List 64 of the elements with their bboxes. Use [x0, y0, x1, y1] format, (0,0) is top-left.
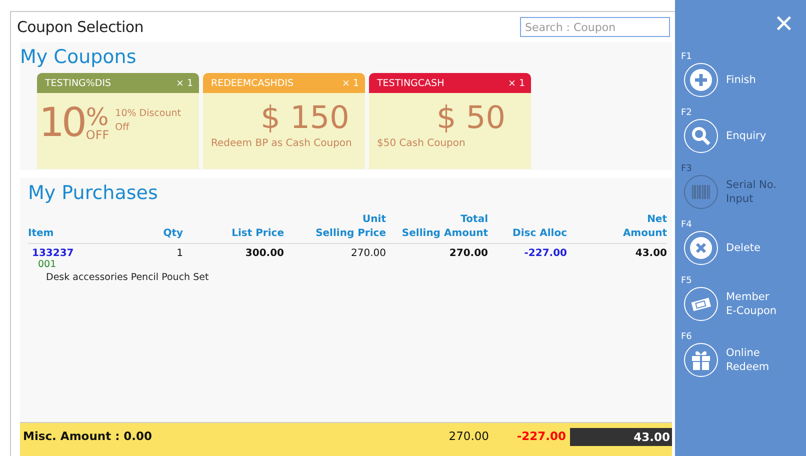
section-title: My Coupons	[20, 45, 138, 69]
shortcut-key: F1	[681, 52, 692, 63]
shortcut-key: F5	[681, 276, 692, 287]
action-button[interactable]: F5 Member E-Coupon	[681, 276, 806, 321]
action-label: Member E-Coupon	[726, 290, 778, 318]
coupon-card[interactable]: REDEEMCASHDIS × 1 $ 150 Redeem BP as Cash Coupon	[203, 73, 365, 169]
action-button[interactable]: F6 Online Redeem	[681, 332, 806, 377]
coupon-card[interactable]: TESTINGCASH × 1 $ 50 $50 Cash Coupon	[369, 73, 531, 169]
coupon-count: × 1	[176, 78, 193, 88]
window-title: Coupon Selection	[17, 18, 144, 36]
coupon-count: × 1	[508, 78, 525, 88]
cash-value: $ 150	[260, 99, 350, 137]
footer-net: 43.00	[570, 428, 672, 446]
action-label: Serial No. Input	[726, 178, 778, 206]
off-label: OFF	[86, 129, 110, 141]
shortcut-key: F6	[681, 332, 692, 343]
footer-total: 270.00	[448, 428, 489, 444]
delete-icon	[690, 237, 712, 259]
coupon-description: Redeem BP as Cash Coupon	[211, 137, 353, 151]
column-header: Unit Selling Price	[284, 213, 386, 244]
close-button[interactable]: ✕	[774, 10, 794, 38]
coupon-count: × 1	[342, 78, 359, 88]
gift-icon	[691, 349, 711, 371]
shortcut-key: F3	[681, 164, 692, 175]
coupon-name: TESTING%DIS	[45, 78, 112, 88]
cash-value: $ 50	[435, 99, 507, 137]
total-cell-text: 270.00	[448, 247, 488, 261]
coupon-icon	[690, 297, 712, 311]
action-button[interactable]: F2 Enquiry	[681, 108, 806, 153]
footer-discount: -227.00	[516, 428, 566, 444]
barcode-icon	[692, 185, 710, 199]
action-label: Online Redeem	[726, 346, 770, 374]
discount-value: 10	[39, 103, 84, 143]
item-description: Desk accessories Pencil Pouch Set	[45, 271, 210, 283]
search-field[interactable]: Search : Coupon	[520, 17, 670, 37]
column-header: Total Selling Amount	[386, 213, 488, 244]
column-header: Net Amount	[567, 213, 667, 244]
coupon-description: 10% Discount Off	[114, 107, 182, 135]
action-label: Finish	[726, 73, 757, 87]
action-button[interactable]: F1 Finish	[681, 52, 806, 97]
action-button[interactable]: F4 Delete	[681, 220, 806, 265]
item-variant: 001	[37, 259, 58, 270]
column-header: List Price	[183, 227, 284, 244]
column-header: Disc Alloc	[488, 227, 567, 244]
column-header: Item	[28, 227, 138, 244]
qty-cell-text: 1	[176, 247, 183, 261]
action-label: Delete	[726, 241, 762, 255]
item-code[interactable]: 133237	[32, 248, 138, 259]
misc-amount: Misc. Amount : 0.00	[22, 428, 154, 444]
shortcut-key: F4	[681, 220, 692, 231]
list-price-cell-text: 300.00	[244, 247, 284, 261]
net-cell-text: 43.00	[634, 247, 667, 261]
search-icon	[691, 126, 711, 146]
section-title: My Purchases	[27, 181, 159, 205]
coupon-name: TESTINGCASH	[377, 78, 444, 88]
shortcut-key: F2	[681, 108, 692, 119]
plus-icon	[690, 69, 712, 91]
disc-cell-text: -227.00	[523, 247, 567, 261]
unit-price-cell-text: 270.00	[350, 247, 386, 261]
percent-sign: %	[86, 105, 110, 129]
coupon-name: REDEEMCASHDIS	[211, 78, 294, 88]
action-label: Enquiry	[726, 129, 768, 143]
coupon-description: $50 Cash Coupon	[377, 137, 466, 151]
column-header: Qty	[138, 227, 183, 244]
